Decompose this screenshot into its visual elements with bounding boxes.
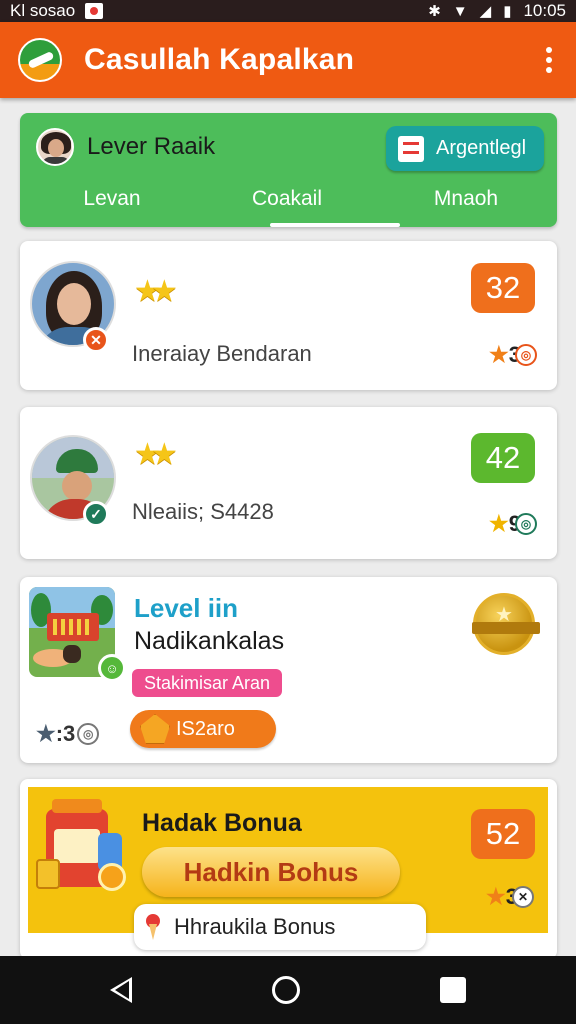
back-icon[interactable] [110,977,132,1003]
tab-mnaoh[interactable]: Mnaoh [386,187,546,211]
tab-coakail[interactable]: Coakail [207,187,367,211]
level-tag: Stakimisar Aran [132,669,283,697]
coin-icon: ◎ [515,344,537,366]
home-icon[interactable] [272,976,300,1004]
player-subtitle: Nleaiis; S4428 [132,499,274,524]
system-nav-bar [0,956,576,1024]
app-bar: Casullah Kapalkan [0,22,576,98]
bonus-title: Hadak Bonua [142,809,302,837]
user-name: Lever Raaik [87,133,216,160]
stat-value: :3 [55,721,76,746]
overflow-menu-icon[interactable] [540,41,558,79]
document-icon [398,135,424,162]
level-card[interactable]: ☺ Level iin Nadikankalas Stakimisar Aran… [20,577,557,763]
agent-button-label: Argentlegl [436,137,527,159]
carrier-text: Kl sosao [10,1,76,20]
mini-stat: ★ 9 ◎ [489,511,537,537]
close-badge-icon[interactable]: ✕ [83,327,109,353]
clock-text: 10:05 [523,1,566,20]
notification-icon [85,3,104,19]
coin-icon: ◎ [77,723,100,745]
star-rating: ★ ★ [134,440,178,470]
level-action-button[interactable]: IS2aro [130,710,276,748]
level-subtitle: Nadikankalas [134,627,285,655]
star-icon: ★ [486,884,506,909]
score-badge: 42 [471,433,535,483]
medal-icon: ★ [472,593,540,655]
tab-levan[interactable]: Levan [32,187,192,211]
coin-icon: ◎ [515,513,537,535]
player-subtitle: Ineraiay Bendaran [132,341,312,366]
score-badge: 52 [471,809,535,859]
recent-apps-icon[interactable] [440,977,466,1003]
mini-stat: ★ 3 ◎ [489,342,537,368]
smile-badge-icon: ☺ [98,654,126,682]
player-card[interactable]: ✕ ★ ★ Ineraiay Bendaran 32 ★ 3 ◎ [20,241,557,390]
star-icon: ★ [150,275,178,308]
star-icon: ★ [489,342,509,367]
orange-icon [98,863,126,891]
score-badge: 32 [471,263,535,313]
user-avatar[interactable] [36,128,74,166]
agent-button[interactable]: Argentlegl [386,126,544,171]
bonus-card: Hadak Bonua Hadkin Bohus 52 ★ 3 ✕ Hhrauk… [20,779,557,959]
bonus-button[interactable]: Hadkin Bohus [142,847,400,897]
status-bar: Kl sosao ✱ ▼ ◢ ▮ 10:05 [0,0,576,22]
wifi-icon: ▼ [452,2,468,20]
app-logo-icon [18,38,62,82]
gem-icon [140,714,170,744]
profile-card: Lever Raaik Argentlegl Levan Coakail Mna… [20,113,557,227]
star-icon: ★ [489,511,509,536]
ice-cream-icon [146,914,160,940]
active-tab-indicator [270,223,400,227]
mini-stat: ★ 3 ✕ [486,884,534,910]
bonus-pill-button[interactable]: Hhraukila Bonus [134,904,426,950]
star-rating: ★ ★ [134,277,178,307]
mini-stat: ★ :3 ◎ [36,721,100,747]
star-icon: ★ [150,438,178,471]
player-card[interactable]: ✓ ★ ★ Nleaiis; S4428 42 ★ 9 ◎ [20,407,557,559]
close-circle-icon: ✕ [512,886,534,908]
can-icon [36,859,60,889]
bonus-pill-label: Hhraukila Bonus [174,914,336,939]
check-badge-icon: ✓ [83,501,109,527]
level-title: Level iin [134,593,239,623]
battery-icon: ▮ [503,3,512,20]
signal-icon: ◢ [479,3,492,20]
bluetooth-icon: ✱ [428,3,441,20]
level-action-label: IS2aro [176,717,235,740]
app-title: Casullah Kapalkan [84,43,355,76]
star-icon: ★ [36,721,56,746]
